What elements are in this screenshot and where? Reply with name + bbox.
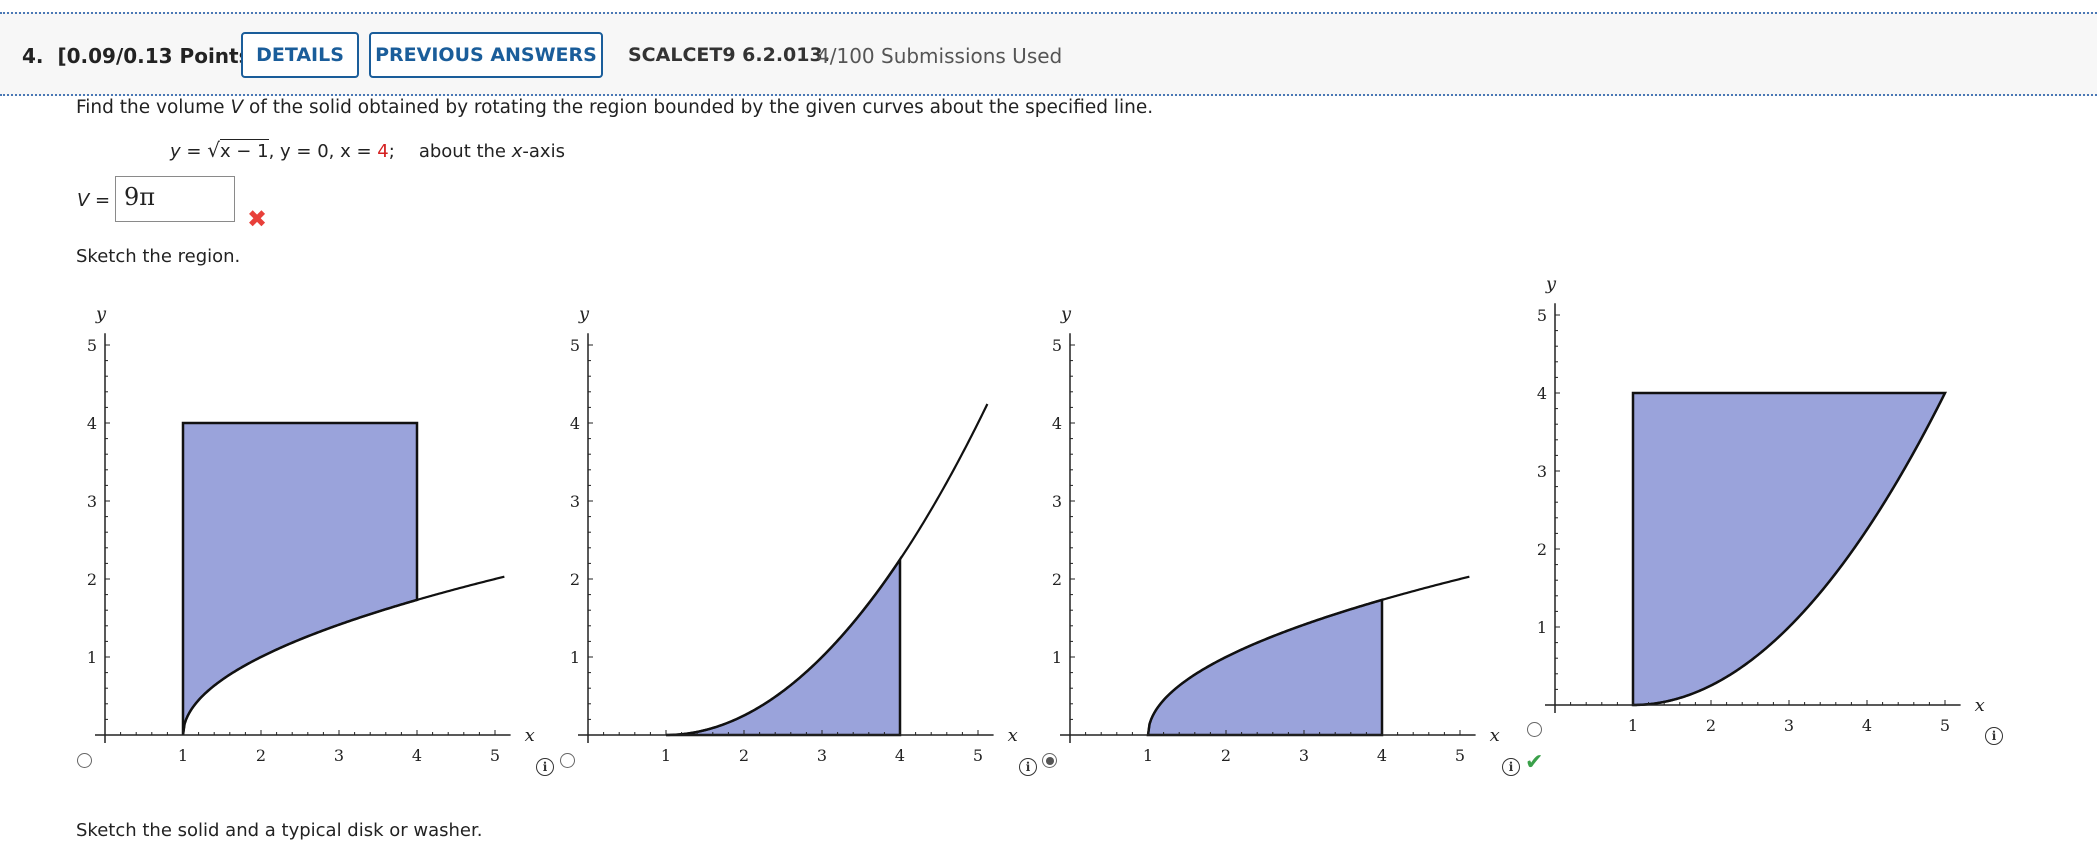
x-tick-label: 2 <box>1706 716 1716 735</box>
option-1-info-icon[interactable]: i <box>536 758 554 776</box>
x-tick-label: 2 <box>739 746 749 765</box>
option-4-info-icon[interactable]: i <box>1985 727 2003 745</box>
y-tick-label: 1 <box>570 648 580 667</box>
x-tick-label: 4 <box>1377 746 1387 765</box>
answer-label: V = <box>77 190 111 211</box>
x-tick-label: 1 <box>178 746 188 765</box>
option-2-info-icon[interactable]: i <box>1019 758 1037 776</box>
y-tick-label: 5 <box>1537 306 1547 325</box>
y-axis-label: y <box>1060 310 1072 324</box>
x-axis-label: x <box>525 725 535 746</box>
x-axis-label: x <box>1008 725 1018 746</box>
x-tick-label: 3 <box>1784 716 1794 735</box>
previous-answers-button[interactable]: PREVIOUS ANSWERS <box>369 32 603 78</box>
x-tick-label: 5 <box>490 746 500 765</box>
question-number: 4. [0.09/0.13 Points] <box>22 44 260 68</box>
y-tick-label: 1 <box>87 648 97 667</box>
y-tick-label: 2 <box>1537 540 1547 559</box>
x-tick-label: 3 <box>334 746 344 765</box>
question-prompt: Find the volume V of the solid obtained … <box>76 97 1154 118</box>
y-tick-label: 2 <box>570 570 580 589</box>
y-tick-label: 2 <box>87 570 97 589</box>
x-tick-label: 3 <box>817 746 827 765</box>
x-axis-label: x <box>1490 725 1500 746</box>
y-tick-label: 5 <box>87 336 97 355</box>
question-header: 4. [0.09/0.13 Points] DETAILS PREVIOUS A… <box>0 12 2097 96</box>
x-tick-label: 2 <box>1221 746 1231 765</box>
x-tick-label: 4 <box>412 746 422 765</box>
y-tick-label: 4 <box>570 414 580 433</box>
y-tick-label: 4 <box>1052 414 1062 433</box>
x-tick-label: 2 <box>256 746 266 765</box>
x-tick-label: 1 <box>1628 716 1638 735</box>
option-3-info-icon[interactable]: i <box>1502 758 1520 776</box>
x-tick-label: 4 <box>1862 716 1872 735</box>
shaded-region <box>1631 391 1948 707</box>
graph-option-2: 1 2 3 4 5 1 2 3 4 5 x y <box>570 310 1018 765</box>
x-tick-label: 1 <box>661 746 671 765</box>
shaded-region <box>665 555 902 737</box>
y-tick-label: 1 <box>1537 618 1547 637</box>
submissions-used: 4/100 Submissions Used <box>817 44 1063 68</box>
incorrect-icon: ✖ <box>247 205 268 233</box>
question-points: [0.09/0.13 Points] <box>57 44 260 68</box>
y-tick-label: 3 <box>570 492 580 511</box>
y-tick-label: 3 <box>1537 462 1547 481</box>
y-tick-label: 3 <box>87 492 97 511</box>
correct-checkmark-icon: ✔ <box>1525 750 1544 775</box>
x-tick-label: 1 <box>1143 746 1153 765</box>
graph-option-3: 1 2 3 4 5 1 2 3 4 5 x y <box>1052 310 1500 765</box>
given-curves: y = √x − 1, y = 0, x = 4; about the x-axi… <box>170 138 565 162</box>
volume-answer-input[interactable]: 9π <box>115 176 235 222</box>
option-3-radio[interactable] <box>1042 753 1057 768</box>
y-tick-label: 2 <box>1052 570 1062 589</box>
details-button[interactable]: DETAILS <box>241 32 359 78</box>
y-axis-label: y <box>1545 280 1557 294</box>
y-tick-label: 3 <box>1052 492 1062 511</box>
x-tick-label: 5 <box>1455 746 1465 765</box>
question-id: SCALCET9 6.2.013. <box>628 44 830 66</box>
option-1-radio[interactable] <box>77 753 92 768</box>
option-4-radio[interactable] <box>1527 722 1542 737</box>
y-tick-label: 1 <box>1052 648 1062 667</box>
y-tick-label: 4 <box>1537 384 1547 403</box>
y-tick-label: 5 <box>570 336 580 355</box>
shaded-region <box>1146 598 1384 737</box>
x-tick-label: 5 <box>1940 716 1950 735</box>
y-tick-label: 4 <box>87 414 97 433</box>
y-tick-label: 5 <box>1052 336 1062 355</box>
shaded-region <box>181 421 419 736</box>
x-tick-label: 4 <box>895 746 905 765</box>
y-axis-label: y <box>578 310 590 324</box>
x-tick-label: 5 <box>973 746 983 765</box>
highlighted-x-value: 4 <box>377 141 389 162</box>
graph-option-4: 1 2 3 4 5 1 2 3 4 5 x y <box>1537 280 1985 735</box>
graph-option-1: 1 2 3 4 5 1 2 3 4 5 x y <box>87 310 535 765</box>
option-2-radio[interactable] <box>560 753 575 768</box>
sketch-solid-label: Sketch the solid and a typical disk or w… <box>76 820 483 841</box>
y-axis-label: y <box>95 310 107 324</box>
x-axis-label: x <box>1975 695 1985 716</box>
x-tick-label: 3 <box>1299 746 1309 765</box>
sketch-region-label: Sketch the region. <box>76 246 241 267</box>
